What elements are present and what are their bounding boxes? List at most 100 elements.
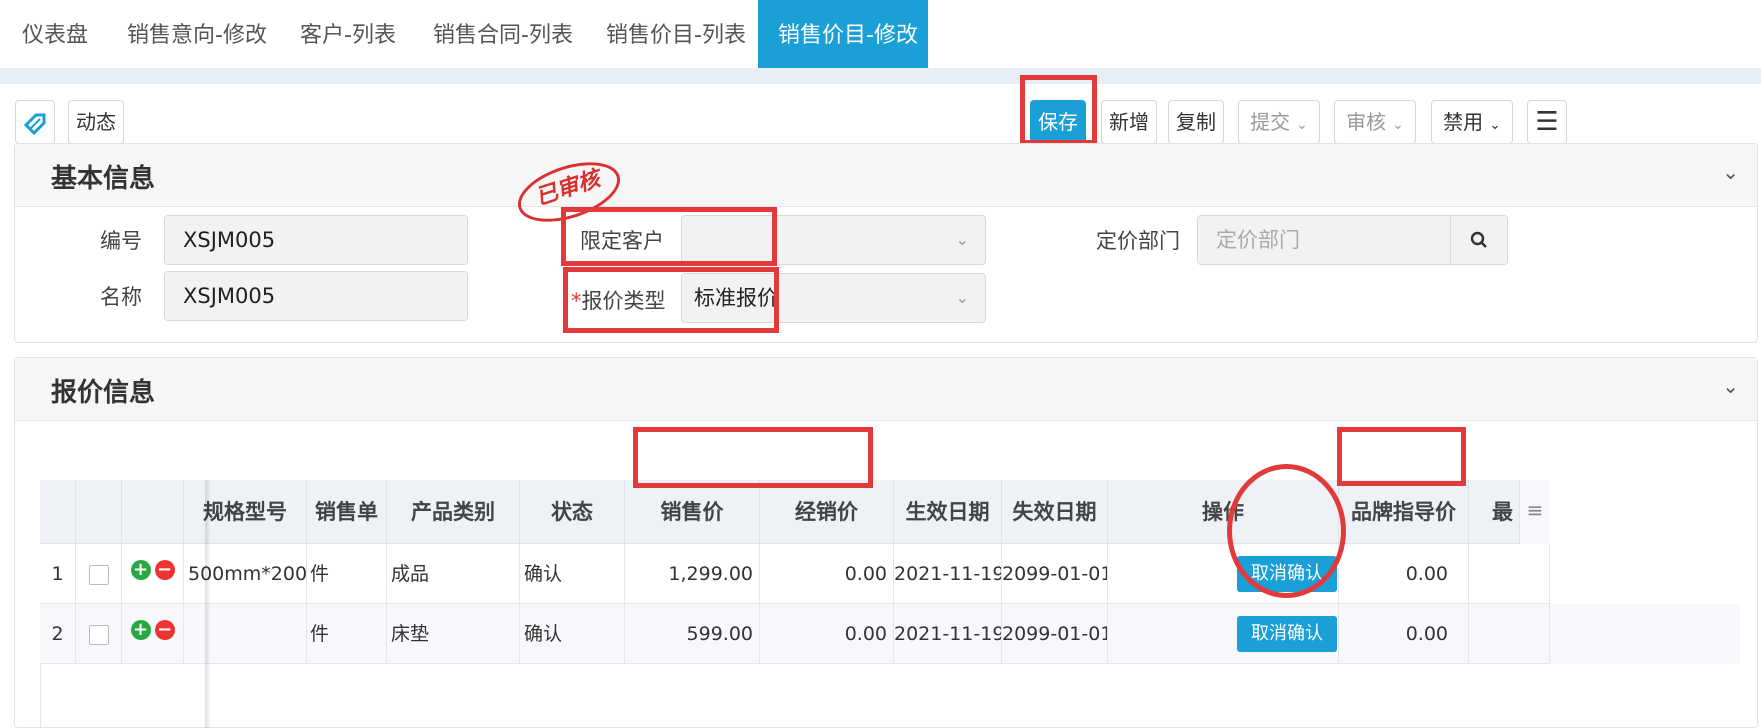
frozen-column-shadow: [205, 480, 211, 728]
col-status[interactable]: 状态: [520, 480, 625, 544]
copy-button[interactable]: 复制: [1168, 100, 1224, 144]
customer-label: 限定客户: [580, 229, 664, 253]
tab-strip-divider: [0, 68, 1761, 84]
tab-sales-contract-list[interactable]: 销售合同-列表: [433, 0, 573, 68]
remove-row-icon[interactable]: −: [154, 619, 175, 640]
tab-label: 销售价目-修改: [778, 23, 918, 48]
cell-category[interactable]: 床垫: [387, 604, 520, 664]
row-actions-header: [122, 480, 184, 544]
chevron-down-icon[interactable]: ⌄: [1722, 160, 1739, 184]
cell-spec[interactable]: [184, 604, 307, 664]
row-checkbox[interactable]: [76, 544, 122, 604]
tag-icon: [23, 113, 46, 135]
review-dropdown[interactable]: 审核 ⌄: [1334, 100, 1416, 144]
cell-unit[interactable]: 件: [307, 544, 387, 604]
price-grid: 规格型号 销售单位 产品类别 状态 销售价 经销价 生效日期 失效日期 操作 品…: [40, 480, 1755, 728]
chevron-down-icon: ⌄: [955, 230, 969, 249]
disable-dropdown[interactable]: 禁用 ⌄: [1431, 100, 1513, 144]
add-button[interactable]: 新增: [1101, 100, 1157, 144]
checkbox[interactable]: [88, 564, 109, 585]
quote-type-label-text: 报价类型: [581, 289, 666, 313]
row-checkbox[interactable]: [76, 604, 122, 664]
chevron-down-icon: ⌄: [1296, 117, 1308, 133]
tab-bar: 仪表盘 销售意向-修改 客户-列表 销售合同-列表 销售价目-列表 销售价目-修…: [0, 0, 1761, 68]
cell-dealer-price[interactable]: 0.00: [760, 544, 894, 604]
tab-sales-price-edit[interactable]: 销售价目-修改 ✖: [758, 0, 944, 68]
cell-more[interactable]: [1469, 604, 1550, 664]
required-mark: *: [571, 289, 582, 313]
tag-button[interactable]: [15, 100, 55, 144]
basic-info-title: 基本信息: [51, 164, 156, 194]
cell-brand-price[interactable]: 0.00: [1339, 604, 1469, 664]
quote-type-select[interactable]: 标准报价 ⌄: [681, 273, 986, 323]
row-edit-actions: + −: [122, 544, 184, 604]
column-menu-icon[interactable]: ≡: [1520, 480, 1550, 544]
cell-category[interactable]: 成品: [387, 544, 520, 604]
cell-unit[interactable]: 件: [307, 604, 387, 664]
cell-sale-price[interactable]: 599.00: [625, 604, 760, 664]
tab-dashboard[interactable]: 仪表盘: [22, 0, 88, 68]
cell-spec[interactable]: 500mm*200...: [184, 544, 307, 604]
submit-dropdown[interactable]: 提交 ⌄: [1238, 100, 1320, 144]
cancel-confirm-button[interactable]: 取消确认: [1237, 556, 1337, 592]
col-sale-price[interactable]: 销售价: [625, 480, 760, 544]
quote-info-title: 报价信息: [51, 378, 156, 408]
row-number: 2: [40, 604, 76, 664]
col-more[interactable]: 最: [1469, 480, 1520, 544]
col-category[interactable]: 产品类别: [387, 480, 520, 544]
col-start-date[interactable]: 生效日期: [894, 480, 1002, 544]
name-label: 名称: [100, 285, 142, 309]
quote-info-header[interactable]: 报价信息 ⌄: [15, 358, 1757, 421]
dept-search-button[interactable]: [1450, 215, 1508, 265]
cell-end-date[interactable]: 2099-01-01: [1002, 544, 1108, 604]
remove-row-icon[interactable]: −: [154, 559, 175, 580]
cell-start-date[interactable]: 2021-11-19: [894, 604, 1002, 664]
cell-status[interactable]: 确认: [520, 544, 625, 604]
tab-customer-list[interactable]: 客户-列表: [300, 0, 396, 68]
dept-label: 定价部门: [1096, 229, 1180, 253]
checkbox[interactable]: [88, 624, 109, 645]
col-action[interactable]: 操作: [1108, 480, 1339, 544]
chevron-down-icon[interactable]: ⌄: [1722, 374, 1739, 398]
cell-brand-price[interactable]: 0.00: [1339, 544, 1469, 604]
review-label: 审核: [1346, 110, 1387, 134]
submit-label: 提交: [1250, 110, 1291, 134]
tab-sales-intent-edit[interactable]: 销售意向-修改: [127, 0, 267, 68]
code-label: 编号: [100, 229, 142, 253]
cell-dealer-price[interactable]: 0.00: [760, 604, 894, 664]
customer-select[interactable]: ⌄: [681, 215, 986, 265]
dept-input[interactable]: 定价部门: [1197, 215, 1451, 265]
basic-info-header[interactable]: 基本信息 ⌄: [15, 144, 1757, 207]
cancel-confirm-button[interactable]: 取消确认: [1237, 616, 1337, 652]
cell-start-date[interactable]: 2021-11-19: [894, 544, 1002, 604]
row-number: 1: [40, 544, 76, 604]
col-unit[interactable]: 销售单位: [307, 480, 387, 588]
col-spec[interactable]: 规格型号: [184, 480, 307, 544]
col-dealer-price[interactable]: 经销价: [760, 480, 894, 544]
row-edit-actions: + −: [122, 604, 184, 664]
cell-more[interactable]: [1469, 544, 1550, 604]
quote-type-value: 标准报价: [694, 286, 778, 310]
row-number-header: [40, 480, 76, 544]
add-row-icon[interactable]: +: [130, 619, 151, 640]
dynamic-button[interactable]: 动态: [68, 100, 124, 144]
code-field[interactable]: XSJM005: [164, 215, 468, 265]
cell-sale-price[interactable]: 1,299.00: [625, 544, 760, 604]
search-icon: [1470, 231, 1487, 248]
chevron-down-icon: ⌄: [955, 288, 969, 307]
close-icon[interactable]: ✖: [926, 23, 944, 48]
col-brand-price[interactable]: 品牌指导价: [1339, 480, 1469, 544]
add-row-icon[interactable]: +: [130, 559, 151, 580]
tab-sales-price-list[interactable]: 销售价目-列表: [606, 0, 746, 68]
chevron-down-icon: ⌄: [1489, 117, 1501, 133]
hamburger-icon: ☰: [1535, 107, 1559, 137]
name-field[interactable]: XSJM005: [164, 271, 468, 321]
quote-type-label: *报价类型: [571, 285, 666, 315]
col-end-date[interactable]: 失效日期: [1002, 480, 1108, 544]
checkbox-header: [76, 480, 122, 544]
cell-end-date[interactable]: 2099-01-01: [1002, 604, 1108, 664]
cell-status[interactable]: 确认: [520, 604, 625, 664]
save-button[interactable]: 保存: [1030, 100, 1086, 144]
menu-button[interactable]: ☰: [1527, 100, 1567, 144]
disable-label: 禁用: [1443, 110, 1484, 134]
